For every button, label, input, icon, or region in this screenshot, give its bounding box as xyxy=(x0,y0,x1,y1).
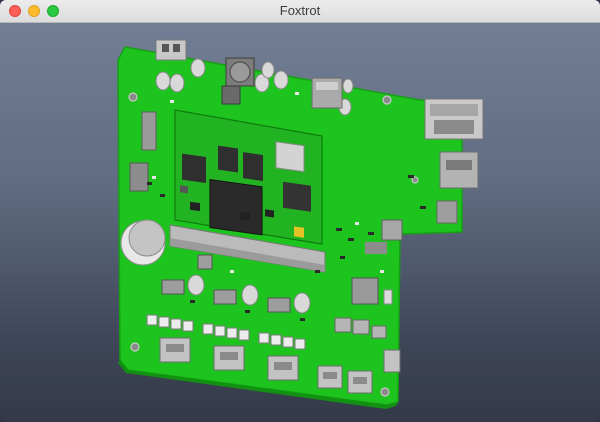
app-window: Foxtrot xyxy=(0,0,600,422)
inductor xyxy=(225,57,255,87)
som-module xyxy=(169,109,326,273)
window-title: Foxtrot xyxy=(279,3,321,18)
top-connector xyxy=(155,39,187,61)
pcb-render xyxy=(117,39,484,409)
3d-viewport[interactable] xyxy=(0,23,600,422)
title-bar: Foxtrot xyxy=(0,0,600,23)
usb-connector xyxy=(439,151,479,189)
ethernet-connector xyxy=(424,98,484,140)
coin-cell-battery xyxy=(120,219,166,266)
top-right-connector xyxy=(311,77,343,109)
